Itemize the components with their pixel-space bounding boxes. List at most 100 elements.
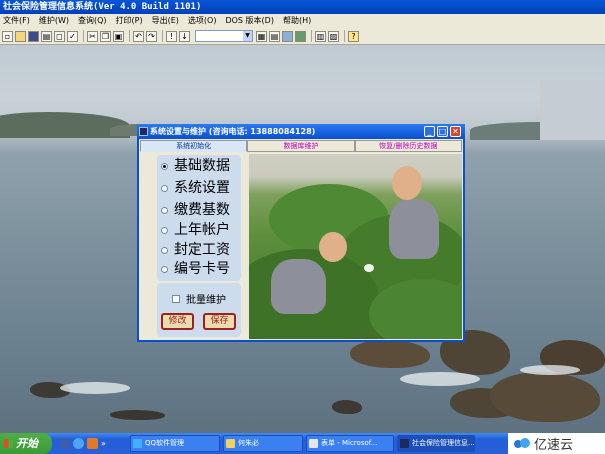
radio-button[interactable] [161, 246, 168, 254]
option-payment-base[interactable]: 缴费基数 [161, 201, 230, 219]
radio-button[interactable] [161, 206, 168, 214]
qq-icon [133, 439, 142, 448]
insert-icon[interactable]: ↓ [179, 30, 190, 42]
exclaim-icon[interactable]: ! [166, 30, 177, 42]
maximize-button[interactable]: □ [437, 126, 448, 137]
radio-button[interactable] [161, 184, 168, 192]
menu-dos-version[interactable]: DOS 版本(D) [225, 14, 273, 28]
option-label: 上年帐户 [174, 222, 230, 238]
toolbar-separator [344, 30, 345, 42]
batch-panel: 批量维护 修改 保存 [157, 283, 241, 337]
save-icon[interactable] [28, 30, 39, 42]
grid-icon[interactable]: ▥ [315, 30, 326, 42]
close-button[interactable]: ✕ [450, 126, 461, 137]
help-icon[interactable]: ? [348, 30, 359, 42]
undo-icon[interactable]: ↶ [133, 30, 144, 42]
open-icon[interactable] [15, 30, 26, 42]
menu-query[interactable]: 查询(Q) [78, 14, 107, 28]
spellcheck-icon[interactable]: ✓ [67, 30, 78, 42]
copy-icon[interactable]: ❐ [100, 30, 111, 42]
app-title: 社会保险管理信息系统(Ver 4.0 Build 1101) [3, 2, 202, 12]
radio-button[interactable] [161, 265, 168, 273]
menu-file[interactable]: 文件(F) [3, 14, 30, 28]
dialog-tabs: 系统初始化 数据库维护 恢复/删除历史数据 [140, 140, 462, 153]
tab-restore-delete-history[interactable]: 恢复/删除历史数据 [354, 140, 462, 152]
modify-button[interactable]: 修改 [161, 313, 194, 330]
decorative-photo [249, 154, 462, 339]
start-button[interactable]: 开始 [0, 433, 52, 454]
dialog-title: 系统设置与维护 (咨询电话: 13888084128) [150, 127, 316, 136]
menu-help[interactable]: 帮助(H) [283, 14, 311, 28]
new-icon[interactable]: ▫ [2, 30, 13, 42]
option-fixed-salary[interactable]: 封定工资 [161, 241, 230, 259]
toolbar-dropdown[interactable]: ▼ [195, 30, 253, 42]
save-button[interactable]: 保存 [203, 313, 236, 330]
option-system-settings[interactable]: 系统设置 [161, 179, 230, 197]
print-icon[interactable]: ▤ [41, 30, 52, 42]
task-button[interactable]: 社会保险管理信息... [397, 435, 475, 452]
toolbar-separator [83, 30, 84, 42]
dialog-title-bar[interactable]: 系统设置与维护 (咨询电话: 13888084128) _ □ ✕ [137, 124, 465, 139]
batch-maintain-checkbox[interactable]: 批量维护 [172, 291, 226, 306]
report-icon[interactable]: ▤ [269, 30, 280, 42]
paste-icon[interactable]: ▣ [113, 30, 124, 42]
minimize-button[interactable]: _ [424, 126, 435, 137]
tab-database-maintenance[interactable]: 数据库维护 [247, 140, 355, 152]
document-icon [309, 439, 318, 448]
task-label: QQ软件管理 [145, 439, 185, 447]
menu-export[interactable]: 导出(E) [152, 14, 179, 28]
show-desktop-icon[interactable] [59, 438, 70, 449]
menu-options[interactable]: 选项(O) [188, 14, 217, 28]
tab-system-init[interactable]: 系统初始化 [140, 140, 248, 152]
menu-print[interactable]: 打印(P) [116, 14, 143, 28]
option-number-card[interactable]: 编号卡号 [161, 260, 230, 278]
option-label: 基础数据 [174, 158, 230, 174]
toolbar-separator [162, 30, 163, 42]
ie-icon[interactable] [73, 438, 84, 449]
radio-button[interactable] [161, 226, 168, 234]
watermark-text: 亿速云 [534, 438, 574, 453]
task-label: 表单 - Microsof... [321, 439, 378, 447]
cut-icon[interactable]: ✂ [87, 30, 98, 42]
radio-button[interactable] [161, 162, 168, 170]
dialog-body: 基础数据 系统设置 缴费基数 上年帐户 封定工资 编号卡号 批量维护 修改 保存 [140, 153, 462, 340]
task-label: 何朱必 [238, 439, 259, 447]
media-player-icon[interactable] [87, 438, 98, 449]
app-toolbar: ▫ ▤ ◻ ✓ ✂ ❐ ▣ ↶ ↷ ! ↓ ▼ ▦ ▤ ▥ ▨ ? [0, 28, 605, 45]
option-label: 缴费基数 [174, 202, 230, 218]
quick-launch: » [52, 438, 130, 449]
options-panel: 基础数据 系统设置 缴费基数 上年帐户 封定工资 编号卡号 [157, 155, 241, 281]
windows-flag-icon [4, 439, 13, 448]
chart-icon[interactable]: ▨ [328, 30, 339, 42]
watermark: 亿速云 [508, 433, 605, 454]
camera-icon[interactable] [295, 30, 306, 42]
image-icon[interactable] [282, 30, 293, 42]
table-icon[interactable]: ▦ [256, 30, 267, 42]
app-icon [139, 127, 148, 136]
task-button[interactable]: 何朱必 [223, 435, 303, 452]
task-button[interactable]: QQ软件管理 [130, 435, 220, 452]
redo-icon[interactable]: ↷ [146, 30, 157, 42]
checkbox[interactable] [172, 294, 180, 303]
preview-icon[interactable]: ◻ [54, 30, 65, 42]
option-basic-data[interactable]: 基础数据 [161, 157, 230, 175]
option-last-year-account[interactable]: 上年帐户 [161, 221, 230, 239]
task-label: 社会保险管理信息... [412, 439, 475, 447]
settings-dialog: 系统设置与维护 (咨询电话: 13888084128) _ □ ✕ 系统初始化 … [137, 124, 465, 342]
task-button[interactable]: 表单 - Microsof... [306, 435, 394, 452]
batch-label: 批量维护 [186, 295, 226, 306]
chevron-down-icon[interactable]: ▼ [243, 31, 252, 41]
toolbar-separator [311, 30, 312, 42]
app-menu-bar: 文件(F) 维护(W) 查询(Q) 打印(P) 导出(E) 选项(O) DOS … [0, 14, 605, 28]
app-icon [400, 439, 409, 448]
option-label: 编号卡号 [174, 261, 230, 277]
start-label: 开始 [16, 437, 38, 450]
chevron-right-icon[interactable]: » [101, 438, 112, 449]
toolbar-separator [129, 30, 130, 42]
cloud-logo-icon [514, 437, 530, 450]
menu-maintain[interactable]: 维护(W) [39, 14, 69, 28]
option-label: 系统设置 [174, 180, 230, 196]
folder-icon [226, 439, 235, 448]
app-title-bar[interactable]: 社会保险管理信息系统(Ver 4.0 Build 1101) [0, 0, 605, 14]
option-label: 封定工资 [174, 242, 230, 258]
